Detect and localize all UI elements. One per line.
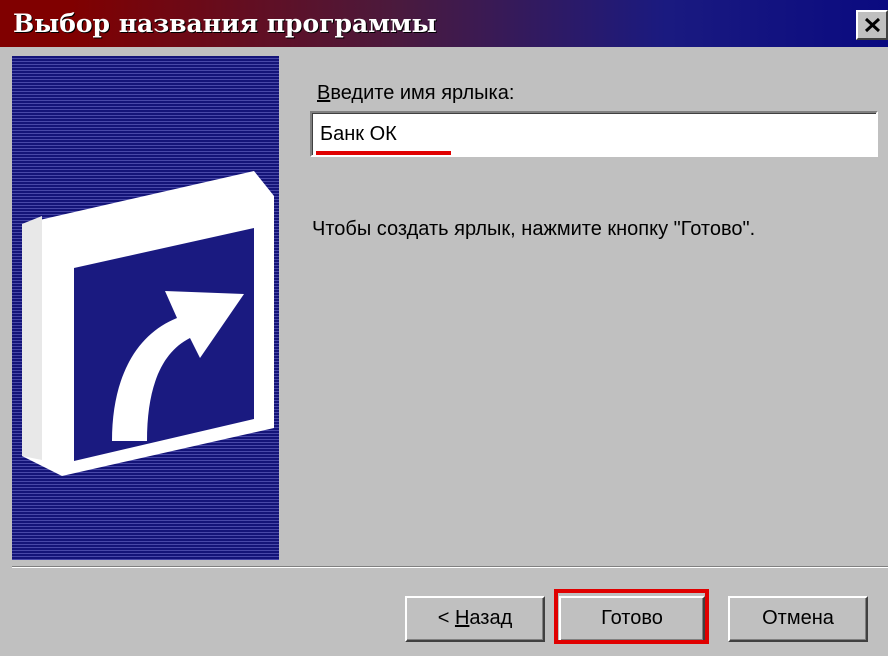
button-separator bbox=[12, 566, 888, 568]
wizard-side-graphic bbox=[12, 56, 279, 560]
back-accesskey: Н bbox=[454, 607, 470, 629]
cancel-button[interactable]: Отмена bbox=[728, 596, 868, 642]
back-label: азад bbox=[469, 607, 513, 629]
shortcut-wizard-dialog: Выбор названия программы Введите имя ярл… bbox=[0, 0, 888, 656]
shortcut-name-label: Введите имя ярлыка: bbox=[317, 82, 514, 105]
close-icon bbox=[864, 17, 881, 33]
title-bar[interactable]: Выбор названия программы bbox=[0, 0, 888, 47]
back-prefix: < bbox=[437, 607, 455, 629]
back-button[interactable]: < Назад bbox=[405, 596, 545, 642]
input-highlight-mark bbox=[316, 151, 451, 155]
finish-button[interactable]: Готово bbox=[559, 596, 705, 642]
label-accesskey: В bbox=[317, 82, 331, 104]
window-title: Выбор названия программы bbox=[13, 9, 437, 38]
close-button[interactable] bbox=[856, 10, 888, 40]
instruction-text: Чтобы создать ярлык, нажмите кнопку "Гот… bbox=[312, 218, 756, 240]
label-text: ведите имя ярлыка: bbox=[330, 82, 515, 104]
shortcut-arrow-icon bbox=[22, 171, 274, 476]
